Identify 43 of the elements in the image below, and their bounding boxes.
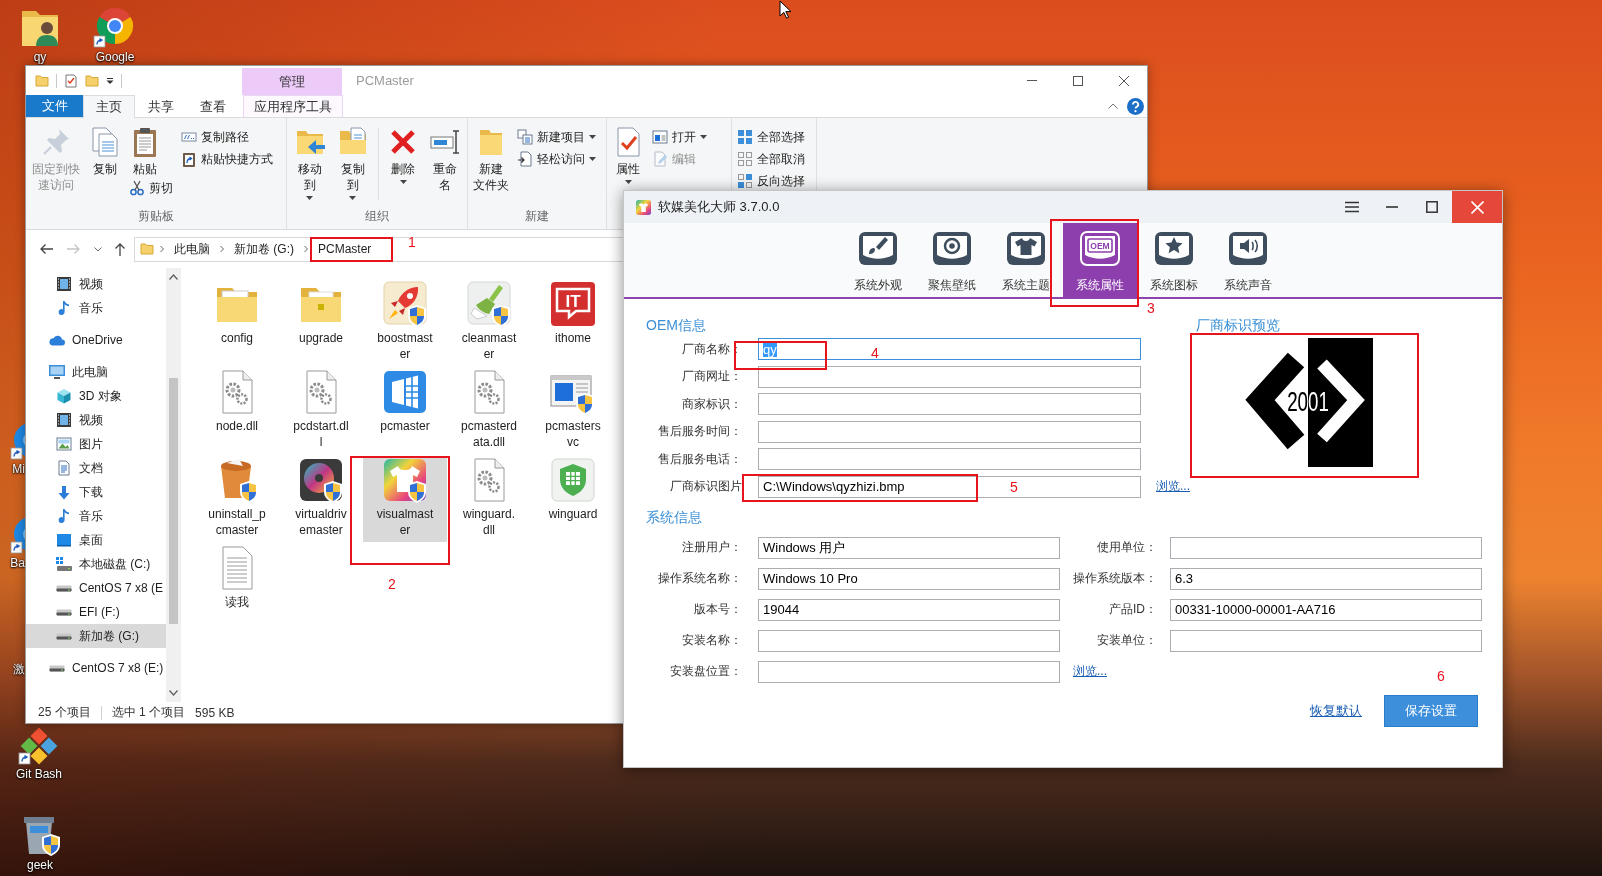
window-title: PCMaster — [356, 73, 414, 88]
desktop-icon-label: Ba — [10, 556, 25, 570]
field-label: 产品ID： — [1109, 601, 1157, 618]
annotation-number-overlay: 4 — [871, 346, 879, 360]
status-text: 选中 1 个项目 — [111, 704, 186, 721]
annotation-number-overlay: 6 — [1437, 669, 1445, 683]
status-text: 595 KB — [195, 705, 235, 720]
section-heading: OEM信息 — [646, 317, 706, 333]
logo-image: 2001 — [1244, 338, 1373, 467]
group-label: 组织 — [364, 208, 390, 225]
status-text: 25 个项目 — [38, 704, 91, 721]
field-label: 安装名称： — [682, 632, 742, 649]
group-label: 剪贴板 — [137, 208, 175, 225]
group-label: 新建 — [524, 208, 550, 225]
field-label: 版本号： — [694, 601, 742, 618]
annotation-number-overlay: 2 — [388, 577, 396, 591]
field-label: 操作系统名称： — [658, 570, 742, 587]
desktop-icon-label: qy — [33, 50, 47, 64]
field-label: 售后服务时间： — [658, 423, 742, 440]
field-label: 厂商网址： — [682, 368, 742, 385]
desktop-icon-label: Google — [95, 50, 135, 64]
field-label: 安装单位： — [1097, 632, 1157, 649]
section-heading: 系统信息 — [646, 508, 702, 525]
desktop-icon-label: Git Bash — [16, 767, 62, 781]
field-label: 操作系统版本： — [1073, 570, 1157, 587]
section-heading: 厂商标识预览 — [1196, 317, 1280, 333]
annotation-number-overlay: 5 — [1010, 480, 1018, 494]
oem-icon: OEM — [1080, 231, 1120, 267]
window-title: 软媒美化大师 3.7.0.0 — [658, 198, 780, 216]
context-tab-header: 管理 — [242, 68, 342, 95]
field-label: 厂商标识图片 — [670, 478, 742, 495]
desktop-icon-label: 激 — [13, 662, 25, 676]
annotation-number-overlay: 3 — [1147, 301, 1155, 315]
desktop-icon-label: geek — [27, 858, 53, 872]
field-label: 使用单位： — [1097, 539, 1157, 556]
field-label: 注册用户： — [682, 539, 742, 556]
field-label: 售后服务电话： — [658, 450, 742, 468]
annotation-number-overlay: 1 — [408, 235, 416, 249]
field-label: 商家标识： — [682, 395, 742, 413]
field-label: 厂商名称： — [682, 340, 742, 358]
desktop-icon-label: Mi — [12, 462, 25, 476]
field-label: 安装盘位置： — [670, 663, 742, 680]
speech-bubble-app-icon: IT — [549, 280, 597, 328]
